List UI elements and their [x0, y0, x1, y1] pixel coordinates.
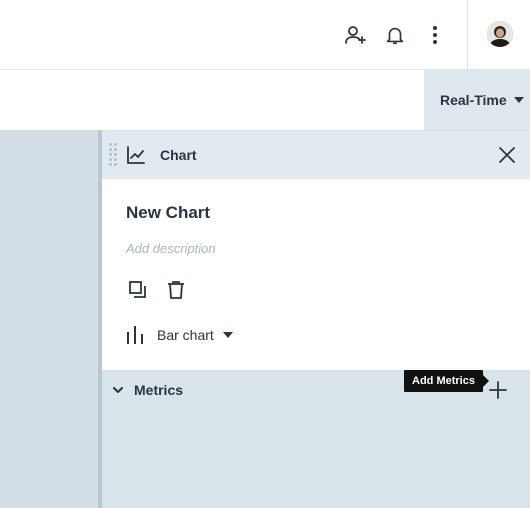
- caret-down-icon: [513, 97, 524, 103]
- description-field[interactable]: Add description: [126, 241, 216, 256]
- top-bar: [0, 0, 530, 70]
- more-vertical-icon[interactable]: [422, 22, 448, 48]
- panel-header: Chart: [102, 131, 530, 179]
- metrics-label: Metrics: [134, 382, 184, 398]
- time-range-dropdown[interactable]: Real-Time: [424, 70, 530, 130]
- metrics-collapse-toggle[interactable]: Metrics: [112, 380, 183, 400]
- caret-down-icon: [222, 332, 233, 338]
- trash-icon[interactable]: [165, 279, 187, 301]
- bar-chart-icon: [127, 326, 143, 344]
- line-chart-icon: [126, 145, 146, 165]
- add-metrics-tooltip: Add Metrics: [404, 370, 489, 392]
- time-range-label: Real-Time: [440, 92, 507, 108]
- avatar[interactable]: [487, 21, 513, 47]
- chart-settings-panel: Chart New Chart Add description Bar char…: [102, 131, 530, 508]
- drag-handle-icon[interactable]: [109, 143, 119, 167]
- duplicate-icon[interactable]: [127, 279, 149, 301]
- bell-icon[interactable]: [382, 22, 408, 48]
- panel-title: Chart: [160, 147, 197, 163]
- close-icon[interactable]: [496, 144, 518, 166]
- header-divider: [467, 0, 468, 70]
- plus-icon[interactable]: [487, 379, 509, 401]
- chart-name-field[interactable]: New Chart: [126, 203, 210, 223]
- chevron-down-icon: [113, 387, 123, 393]
- chart-type-dropdown[interactable]: Bar chart: [126, 325, 233, 345]
- chart-type-label: Bar chart: [157, 327, 214, 343]
- chart-details: New Chart Add description Bar chart: [102, 179, 530, 370]
- user-add-icon[interactable]: [342, 22, 368, 48]
